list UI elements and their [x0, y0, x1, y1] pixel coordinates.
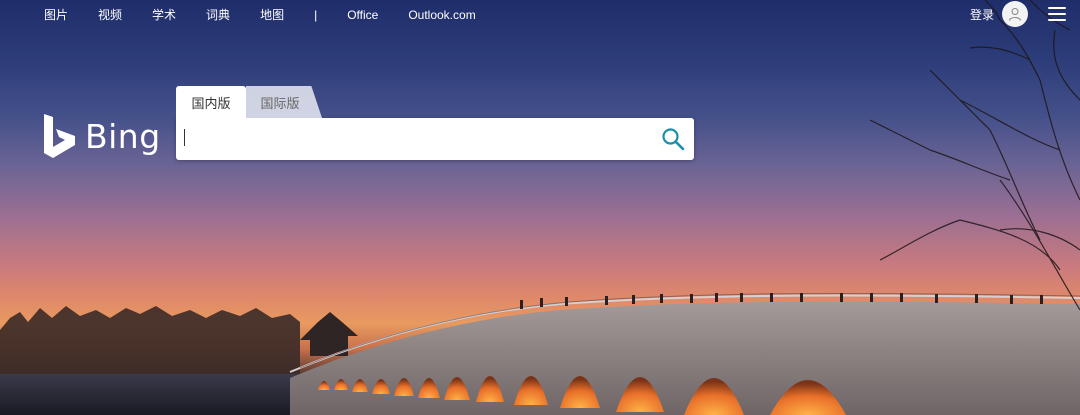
nav-link-dictionary[interactable]: 词典: [206, 6, 230, 23]
text-caret: [184, 129, 185, 146]
nav-link-academic[interactable]: 学术: [152, 6, 176, 23]
user-avatar-icon[interactable]: [1002, 1, 1028, 27]
nav-link-images[interactable]: 图片: [44, 6, 68, 23]
tab-international[interactable]: 国际版: [246, 86, 322, 118]
bing-homepage: 图片 视频 学术 词典 地图 | Office Outlook.com 登录 B…: [0, 0, 1080, 415]
bing-logo[interactable]: Bing: [44, 114, 161, 158]
bing-logo-text: Bing: [85, 116, 161, 156]
hamburger-menu-icon[interactable]: [1048, 7, 1066, 21]
background-image: [0, 0, 1080, 415]
nav-link-maps[interactable]: 地图: [260, 6, 284, 23]
search-box: [176, 118, 694, 160]
nav-link-videos[interactable]: 视频: [98, 6, 122, 23]
search-button[interactable]: [656, 121, 690, 157]
tab-domestic[interactable]: 国内版: [176, 86, 246, 118]
signin-link[interactable]: 登录: [970, 6, 994, 23]
bing-logo-icon: [44, 114, 75, 158]
person-icon: [1008, 7, 1022, 21]
nav-separator: |: [314, 7, 318, 22]
nav-links: 图片 视频 学术 词典 地图 | Office Outlook.com: [44, 6, 506, 23]
search-icon: [662, 128, 685, 151]
header-right: 登录: [970, 0, 1066, 28]
nav-link-office[interactable]: Office: [347, 8, 378, 22]
nav-link-outlook[interactable]: Outlook.com: [408, 8, 475, 22]
bridge-deck: [290, 301, 1080, 415]
search-input[interactable]: [176, 118, 646, 160]
top-navigation: 图片 视频 学术 词典 地图 | Office Outlook.com 登录: [0, 0, 1080, 28]
bare-tree-branches: [869, 0, 1080, 311]
tree-line: [0, 306, 300, 380]
